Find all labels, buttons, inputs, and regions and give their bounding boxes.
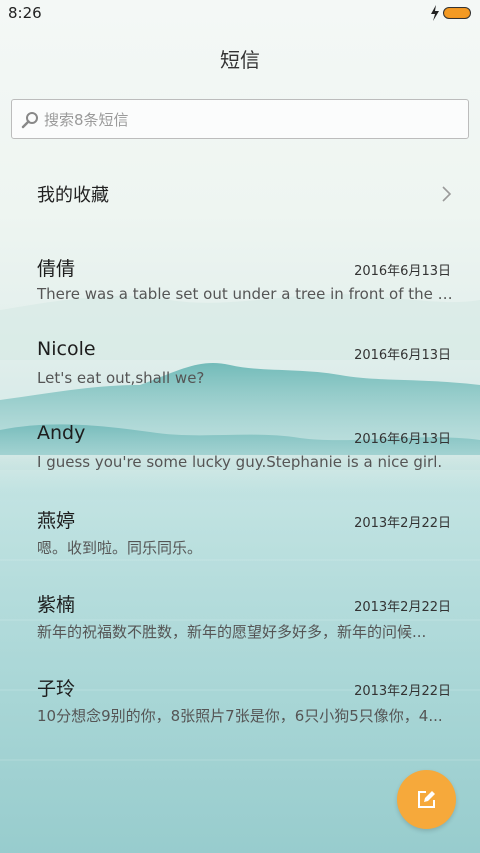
message-date: 2013年2月22日 xyxy=(354,516,451,531)
message-item[interactable]: 子玲 2013年2月22日 10分想念9别的你，8张照片7张是你，6只小狗5只像… xyxy=(0,674,480,744)
message-item[interactable]: 倩倩 2016年6月13日 There was a table set out … xyxy=(0,254,480,324)
contact-name: 子玲 xyxy=(37,678,76,700)
status-bar: 8:26 xyxy=(0,0,480,28)
compose-button[interactable] xyxy=(397,770,456,829)
message-item[interactable]: Nicole 2016年6月13日 Let's eat out,shall we… xyxy=(0,338,480,408)
message-item[interactable]: Andy 2016年6月13日 I guess you're some luck… xyxy=(0,422,480,492)
search-box[interactable]: 搜索8条短信 xyxy=(11,99,469,139)
contact-name: 倩倩 xyxy=(37,258,76,280)
messages-screen: 8:26 短信 搜索8条短信 我的收藏 倩倩 2016年6月13日 There … xyxy=(0,0,480,853)
page-title: 短信 xyxy=(220,48,260,72)
charging-icon xyxy=(431,5,439,21)
contact-name: Nicole xyxy=(37,338,96,360)
contact-name: 紫楠 xyxy=(37,594,76,616)
chevron-right-icon xyxy=(442,186,452,202)
message-date: 2013年2月22日 xyxy=(354,600,451,615)
message-preview: Let's eat out,shall we? xyxy=(37,369,205,387)
message-preview: I guess you're some lucky guy.Stephanie … xyxy=(37,453,443,471)
message-item[interactable]: 燕婷 2013年2月22日 嗯。收到啦。同乐同乐。 xyxy=(0,506,480,576)
message-preview: 新年的祝福数不胜数，新年的愿望好多好多，新年的问候... xyxy=(37,623,427,641)
contact-name: 燕婷 xyxy=(37,510,76,532)
search-placeholder: 搜索8条短信 xyxy=(44,111,129,129)
message-preview: There was a table set out under a tree i… xyxy=(37,285,457,303)
message-date: 2016年6月13日 xyxy=(354,432,451,447)
compose-icon xyxy=(418,791,435,808)
battery-level xyxy=(445,9,469,17)
search-icon xyxy=(21,112,38,129)
favorites-label: 我的收藏 xyxy=(37,185,109,206)
message-item[interactable]: 紫楠 2013年2月22日 新年的祝福数不胜数，新年的愿望好多好多，新年的问候.… xyxy=(0,590,480,660)
contact-name: Andy xyxy=(37,422,86,444)
message-date: 2013年2月22日 xyxy=(354,684,451,699)
battery-icon xyxy=(443,7,471,19)
message-date: 2016年6月13日 xyxy=(354,348,451,363)
message-preview: 10分想念9别的你，8张照片7张是你，6只小狗5只像你，4... xyxy=(37,707,443,725)
message-date: 2016年6月13日 xyxy=(354,264,451,279)
status-time: 8:26 xyxy=(8,4,42,22)
favorites-row[interactable]: 我的收藏 xyxy=(0,168,480,220)
message-preview: 嗯。收到啦。同乐同乐。 xyxy=(37,539,203,557)
